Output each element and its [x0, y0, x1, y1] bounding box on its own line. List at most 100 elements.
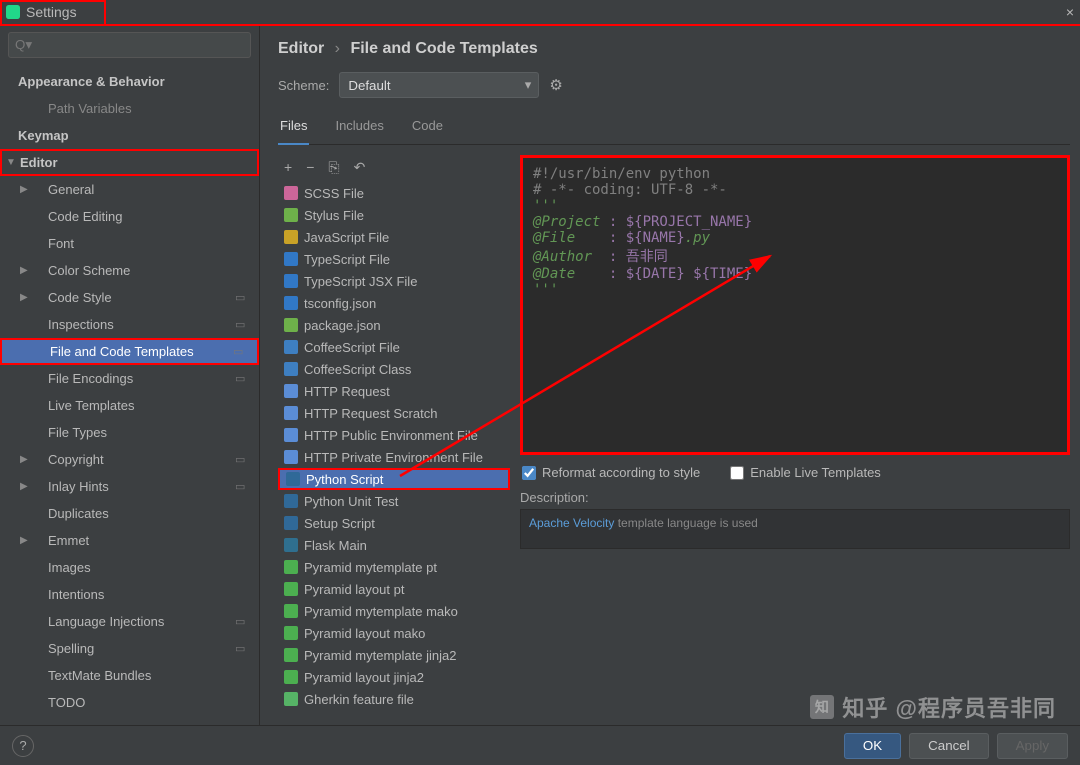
file-item-scss-file[interactable]: SCSS File — [278, 182, 510, 204]
tabs: Files Includes Code — [278, 112, 1070, 145]
sidebar-item-todo[interactable]: TODO — [0, 689, 259, 716]
file-type-icon — [284, 252, 298, 266]
file-list: SCSS FileStylus FileJavaScript FileTypeS… — [278, 182, 510, 726]
sidebar-item-font[interactable]: Font — [0, 230, 259, 257]
file-item-flask-main[interactable]: Flask Main — [278, 534, 510, 556]
file-item-python-script[interactable]: Python Script — [278, 468, 510, 490]
file-item-coffeescript-class[interactable]: CoffeeScript Class — [278, 358, 510, 380]
file-item-pyramid-layout-jinja2[interactable]: Pyramid layout jinja2 — [278, 666, 510, 688]
sidebar-item-file-types[interactable]: File Types — [0, 419, 259, 446]
file-item-setup-script[interactable]: Setup Script — [278, 512, 510, 534]
sidebar-item-path-variables[interactable]: Path Variables — [0, 95, 259, 122]
file-item-package-json[interactable]: package.json — [278, 314, 510, 336]
gear-icon[interactable]: ⚙ — [549, 76, 562, 94]
apply-button[interactable]: Apply — [997, 733, 1068, 759]
velocity-link[interactable]: Apache Velocity — [529, 516, 614, 530]
remove-icon[interactable]: − — [306, 159, 314, 176]
sidebar-item-inspections[interactable]: Inspections▭ — [0, 311, 259, 338]
file-item-javascript-file[interactable]: JavaScript File — [278, 226, 510, 248]
file-type-icon — [284, 450, 298, 464]
search-input[interactable] — [8, 32, 251, 58]
sidebar-item-live-templates[interactable]: Live Templates — [0, 392, 259, 419]
file-item-pyramid-mytemplate-jinja2[interactable]: Pyramid mytemplate jinja2 — [278, 644, 510, 666]
copy-icon[interactable]: ⎘ — [328, 159, 339, 176]
sidebar-item-general[interactable]: ▶General — [0, 176, 259, 203]
file-type-icon — [286, 472, 300, 486]
sidebar-item-textmate-bundles[interactable]: TextMate Bundles — [0, 662, 259, 689]
file-type-icon — [284, 538, 298, 552]
sidebar-item-editor[interactable]: ▼Editor — [0, 149, 259, 176]
undo-icon[interactable]: ↶ — [354, 159, 366, 176]
live-templates-input[interactable] — [730, 466, 744, 480]
file-type-icon — [284, 626, 298, 640]
file-item-gherkin-feature-file[interactable]: Gherkin feature file — [278, 688, 510, 710]
file-item-stylus-file[interactable]: Stylus File — [278, 204, 510, 226]
file-type-icon — [284, 340, 298, 354]
file-item-http-public-environment-file[interactable]: HTTP Public Environment File — [278, 424, 510, 446]
ok-button[interactable]: OK — [844, 733, 901, 759]
sidebar-item-code-style[interactable]: ▶Code Style▭ — [0, 284, 259, 311]
tab-includes[interactable]: Includes — [333, 112, 385, 144]
file-item-tsconfig-json[interactable]: tsconfig.json — [278, 292, 510, 314]
file-item-pyramid-layout-mako[interactable]: Pyramid layout mako — [278, 622, 510, 644]
tab-files[interactable]: Files — [278, 112, 309, 145]
sidebar-item-keymap[interactable]: Keymap — [0, 122, 259, 149]
file-item-http-request-scratch[interactable]: HTTP Request Scratch — [278, 402, 510, 424]
sidebar-item-code-editing[interactable]: Code Editing — [0, 203, 259, 230]
sidebar-item-color-scheme[interactable]: ▶Color Scheme — [0, 257, 259, 284]
sidebar-item-spelling[interactable]: Spelling▭ — [0, 635, 259, 662]
sidebar-item-appearance-behavior[interactable]: Appearance & Behavior — [0, 68, 259, 95]
file-type-icon — [284, 648, 298, 662]
file-type-icon — [284, 604, 298, 618]
help-icon[interactable]: ? — [12, 735, 34, 757]
file-type-icon — [284, 428, 298, 442]
file-item-http-private-environment-file[interactable]: HTTP Private Environment File — [278, 446, 510, 468]
file-item-pyramid-mytemplate-pt[interactable]: Pyramid mytemplate pt — [278, 556, 510, 578]
close-icon[interactable]: × — [1066, 4, 1074, 20]
file-type-icon — [284, 208, 298, 222]
cancel-button[interactable]: Cancel — [909, 733, 989, 759]
file-type-icon — [284, 494, 298, 508]
file-item-typescript-file[interactable]: TypeScript File — [278, 248, 510, 270]
footer: ? OK Cancel Apply — [0, 725, 1080, 765]
file-type-icon — [284, 406, 298, 420]
file-item-coffeescript-file[interactable]: CoffeeScript File — [278, 336, 510, 358]
sidebar-item-inlay-hints[interactable]: ▶Inlay Hints▭ — [0, 473, 259, 500]
tab-code[interactable]: Code — [410, 112, 445, 144]
nav-tree: Appearance & BehaviorPath VariablesKeyma… — [0, 64, 259, 726]
sidebar-item-file-and-code-templates[interactable]: File and Code Templates▭ — [0, 338, 259, 365]
titlebar: Settings × — [0, 0, 1080, 26]
file-type-icon — [284, 362, 298, 376]
sidebar-item-images[interactable]: Images — [0, 554, 259, 581]
file-type-icon — [284, 318, 298, 332]
file-item-http-request[interactable]: HTTP Request — [278, 380, 510, 402]
add-icon[interactable]: + — [284, 159, 292, 176]
scheme-row: Scheme: Default ⚙ — [278, 72, 1070, 98]
sidebar-item-intentions[interactable]: Intentions — [0, 581, 259, 608]
main-panel: Editor › File and Code Templates Scheme:… — [260, 26, 1080, 726]
sidebar-item-duplicates[interactable]: Duplicates — [0, 500, 259, 527]
file-item-typescript-jsx-file[interactable]: TypeScript JSX File — [278, 270, 510, 292]
file-item-pyramid-mytemplate-mako[interactable]: Pyramid mytemplate mako — [278, 600, 510, 622]
file-type-icon — [284, 692, 298, 706]
file-item-pyramid-layout-pt[interactable]: Pyramid layout pt — [278, 578, 510, 600]
breadcrumb-b: File and Code Templates — [350, 40, 537, 57]
sidebar-item-copyright[interactable]: ▶Copyright▭ — [0, 446, 259, 473]
file-type-icon — [284, 230, 298, 244]
reformat-checkbox[interactable]: Reformat according to style — [522, 465, 700, 480]
template-editor[interactable]: #!/usr/bin/env python # -*- coding: UTF-… — [520, 155, 1070, 455]
sidebar-item-language-injections[interactable]: Language Injections▭ — [0, 608, 259, 635]
live-templates-checkbox[interactable]: Enable Live Templates — [730, 465, 881, 480]
scheme-select[interactable]: Default — [339, 72, 539, 98]
sidebar-item-emmet[interactable]: ▶Emmet — [0, 527, 259, 554]
sidebar-item-file-encodings[interactable]: File Encodings▭ — [0, 365, 259, 392]
chevron-right-icon: › — [335, 40, 340, 57]
file-type-icon — [284, 582, 298, 596]
file-type-icon — [284, 296, 298, 310]
search-wrap — [8, 32, 251, 58]
breadcrumb: Editor › File and Code Templates — [278, 40, 1070, 58]
sidebar: Appearance & BehaviorPath VariablesKeyma… — [0, 26, 260, 726]
file-item-python-unit-test[interactable]: Python Unit Test — [278, 490, 510, 512]
reformat-input[interactable] — [522, 466, 536, 480]
template-options: Reformat according to style Enable Live … — [520, 455, 1070, 490]
